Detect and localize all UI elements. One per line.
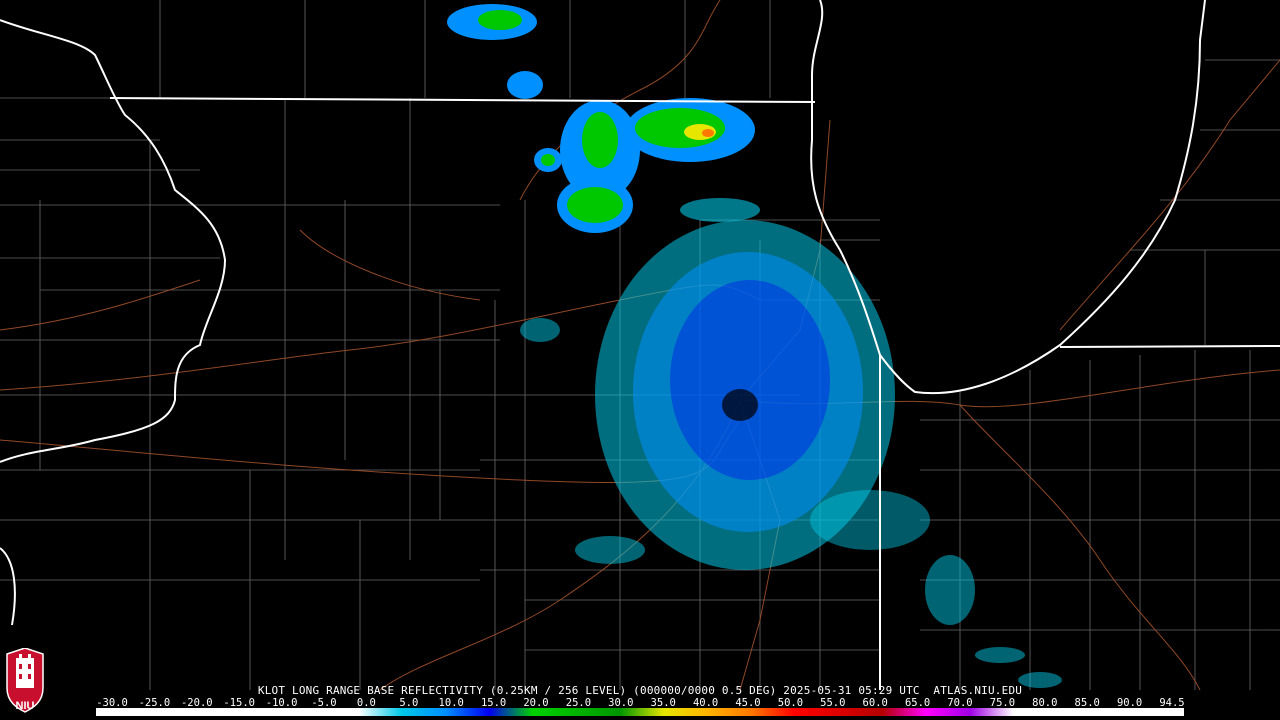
legend-label: 85.0 <box>1075 697 1100 709</box>
legend-label: 75.0 <box>990 697 1015 709</box>
legend-label: 40.0 <box>693 697 718 709</box>
reflectivity-color-bar <box>96 708 1184 716</box>
legend-label: 35.0 <box>651 697 676 709</box>
logo-text: NIU <box>15 700 35 712</box>
legend-label: 20.0 <box>523 697 548 709</box>
scan-date: 2025-05-31 <box>783 684 852 697</box>
legend-label: 45.0 <box>735 697 760 709</box>
radar-id: KLOT <box>257 684 286 697</box>
volume-info: (000000/0000 0.5 DEG) <box>633 684 777 697</box>
legend-label: -15.0 <box>223 697 255 709</box>
legend-label: -25.0 <box>139 697 171 709</box>
legend-label: -10.0 <box>266 697 298 709</box>
legend-label: 90.0 <box>1117 697 1142 709</box>
legend-label: 65.0 <box>905 697 930 709</box>
legend-label: -5.0 <box>311 697 336 709</box>
product-resolution: (0.25KM / 256 LEVEL) <box>489 684 627 697</box>
legend-label: 55.0 <box>820 697 845 709</box>
radar-map: -30.0 -25.0 -20.0 -15.0 -10.0 -5.0 0.0 5.0 10.0 1… <box>0 0 1280 720</box>
source-site: ATLAS.NIU.EDU <box>933 684 1023 697</box>
product-name: LONG RANGE BASE REFLECTIVITY <box>292 684 484 697</box>
niu-logo: NIU <box>3 647 47 714</box>
legend-label: -30.0 <box>96 697 128 709</box>
legend-label: 94.5 <box>1159 697 1184 709</box>
legend-label: 50.0 <box>778 697 803 709</box>
legend-label: -20.0 <box>181 697 213 709</box>
legend-label: 70.0 <box>947 697 972 709</box>
scan-time: 05:29 UTC <box>858 684 920 697</box>
legend-label: 25.0 <box>566 697 591 709</box>
legend-label: 15.0 <box>481 697 506 709</box>
legend-label: 0.0 <box>357 697 376 709</box>
legend-label: 80.0 <box>1032 697 1057 709</box>
product-caption: KLOT LONG RANGE BASE REFLECTIVITY (0.25K… <box>0 684 1280 698</box>
legend-label: 10.0 <box>439 697 464 709</box>
legend-label: 5.0 <box>399 697 418 709</box>
legend-label: 30.0 <box>608 697 633 709</box>
legend-label: 60.0 <box>863 697 888 709</box>
